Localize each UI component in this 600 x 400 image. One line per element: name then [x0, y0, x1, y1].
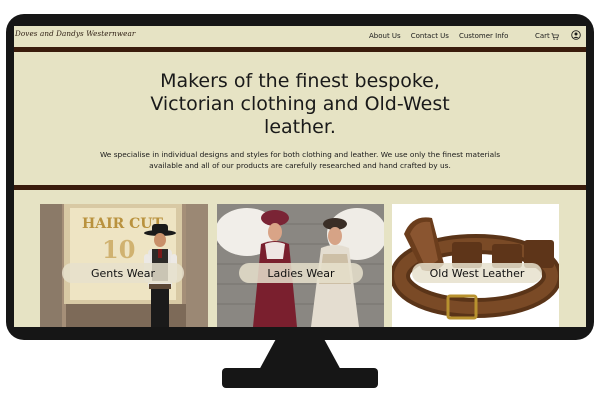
- hero-divider: [14, 185, 586, 190]
- nav-customer-info[interactable]: Customer Info: [459, 32, 508, 40]
- cart-link[interactable]: Cart: [535, 32, 559, 40]
- nav-about-us[interactable]: About Us: [369, 32, 401, 40]
- category-card-gents-wear[interactable]: HAIR CUT 10 Gents Wear: [40, 204, 208, 327]
- hero-title: Makers of the finest bespoke, Victorian …: [150, 70, 450, 138]
- cart-label: Cart: [535, 32, 550, 40]
- ladies-wear-label: Ladies Wear: [239, 263, 363, 283]
- header-divider: [14, 47, 586, 52]
- nav-contact-us[interactable]: Contact Us: [411, 32, 449, 40]
- monitor-stand-base: [222, 368, 378, 388]
- svg-text:10: 10: [102, 235, 135, 264]
- top-navbar: Doves and Dandys Westernwear About Us Co…: [14, 26, 586, 46]
- monitor-stand-neck: [258, 338, 342, 372]
- nav-links: About Us Contact Us Customer Info: [369, 32, 508, 40]
- old-west-leather-label: Old West Leather: [412, 263, 542, 283]
- user-account-icon[interactable]: [571, 30, 581, 40]
- site-logo[interactable]: Doves and Dandys Westernwear: [15, 29, 135, 38]
- category-card-ladies-wear[interactable]: Ladies Wear: [217, 204, 384, 327]
- hero-description: We specialise in individual designs and …: [99, 150, 501, 170]
- cart-icon: [551, 32, 559, 40]
- gents-wear-label: Gents Wear: [62, 263, 184, 283]
- website-screen: Doves and Dandys Westernwear About Us Co…: [14, 26, 586, 327]
- hair-cut-sign-text: HAIR CUT: [82, 216, 163, 232]
- category-card-old-west-leather[interactable]: Old West Leather: [392, 204, 559, 327]
